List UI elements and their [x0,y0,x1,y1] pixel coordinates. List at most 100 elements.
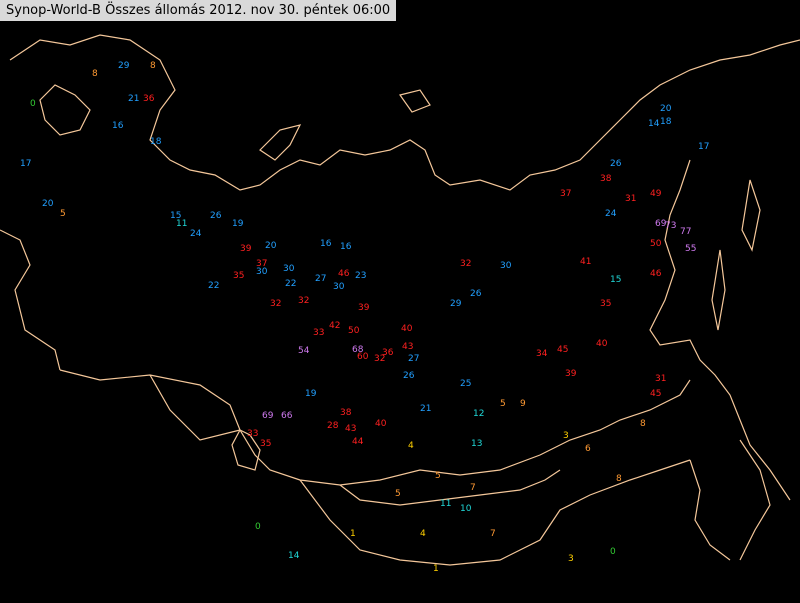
station-value: 11 [176,219,188,229]
synop-map: Synop-World-B Összes állomás 2012. nov 3… [0,0,800,603]
station-value: 27 [408,354,420,364]
station-value: 50 [650,239,662,249]
station-value: 5 [60,209,66,219]
station-value: 19 [305,389,317,399]
station-value: 37 [560,189,572,199]
station-value: 35 [600,299,612,309]
station-value: 5 [435,471,441,481]
arctic-coastline [9,34,800,191]
station-value: 12 [473,409,485,419]
station-value: 32 [298,296,310,306]
station-value: 10 [460,504,472,514]
station-value: 37 [256,259,268,269]
station-value: 30 [283,264,295,274]
station-value: 20 [42,199,54,209]
station-value: 19 [232,219,244,229]
station-value: 43 [402,342,414,352]
station-value: 49 [650,189,662,199]
station-value: 9 [520,399,526,409]
map-title: Synop-World-B Összes állomás 2012. nov 3… [0,0,397,21]
station-value: 45 [650,389,662,399]
station-value: 32 [270,299,282,309]
station-value: 16 [320,239,332,249]
station-value: 0 [610,547,616,557]
station-value: 25 [460,379,472,389]
scandinavia-coast [39,84,91,136]
station-value: 16 [112,121,124,131]
station-value: 14 [648,119,660,129]
station-value: 27 [315,274,327,284]
station-value: 45 [557,345,569,355]
station-value: 77 [680,227,692,237]
station-value: 1 [350,529,356,539]
station-value: 30 [500,261,512,271]
station-value: 26 [210,211,222,221]
station-value: 8 [150,61,156,71]
station-value: 5 [500,399,506,409]
station-value: 3 [563,431,569,441]
station-value: 60 [357,352,369,362]
station-value: 35 [233,271,245,281]
station-value: 26 [610,159,622,169]
station-value: 4 [420,529,426,539]
station-value: 23 [355,271,367,281]
station-value: 8 [616,474,622,484]
station-value: 6 [585,444,591,454]
station-value: 42 [329,321,341,331]
kazakh-border [149,374,241,441]
severnaya-zemlya [399,89,431,113]
station-value: 22 [285,279,297,289]
station-value: 33 [313,328,325,338]
station-value: 66 [281,411,293,421]
station-value: 69 [262,411,274,421]
station-value: 26 [470,289,482,299]
japan-coast [739,439,771,561]
station-value: 44 [352,437,364,447]
station-value: 17 [698,142,710,152]
station-value: 8 [92,69,98,79]
station-value: 43 [345,424,357,434]
station-value: 46 [650,269,662,279]
west-border [0,229,61,371]
station-value: 11 [440,499,452,509]
station-value: 38 [340,408,352,418]
station-value: 21 [420,404,432,414]
station-value: 16 [340,242,352,252]
station-value: 20 [660,104,672,114]
station-value: 24 [605,209,617,219]
station-value: 39 [565,369,577,379]
station-value: 0 [30,99,36,109]
station-value: 40 [375,419,387,429]
station-value: 15 [610,275,622,285]
station-value: 17 [20,159,32,169]
station-value: 26 [403,371,415,381]
kamchatka [741,179,761,252]
station-value: 50 [348,326,360,336]
station-value: 13 [471,439,483,449]
station-value: 46 [338,269,350,279]
station-value: 35 [260,439,272,449]
station-value: 18 [660,117,672,127]
station-value: 3 [568,554,574,564]
station-value: 32 [460,259,472,269]
station-value: 18 [150,137,162,147]
station-value: 39 [240,244,252,254]
station-value: 40 [596,339,608,349]
station-value: 30 [256,267,268,277]
station-value: 7 [490,529,496,539]
station-value: 8 [640,419,646,429]
sakhalin [711,249,726,331]
station-value: 54 [298,346,310,356]
station-value: 41 [580,257,592,267]
station-value: 0 [255,522,261,532]
station-value: 38 [600,174,612,184]
station-value: 29 [450,299,462,309]
station-value: 40 [401,324,413,334]
station-value: 21 [128,94,140,104]
station-value: 55 [685,244,697,254]
station-value: 33 [247,429,259,439]
novaya-zemlya [259,124,302,161]
china-border [299,459,691,566]
station-value: 36 [382,348,394,358]
station-value: 39 [358,303,370,313]
